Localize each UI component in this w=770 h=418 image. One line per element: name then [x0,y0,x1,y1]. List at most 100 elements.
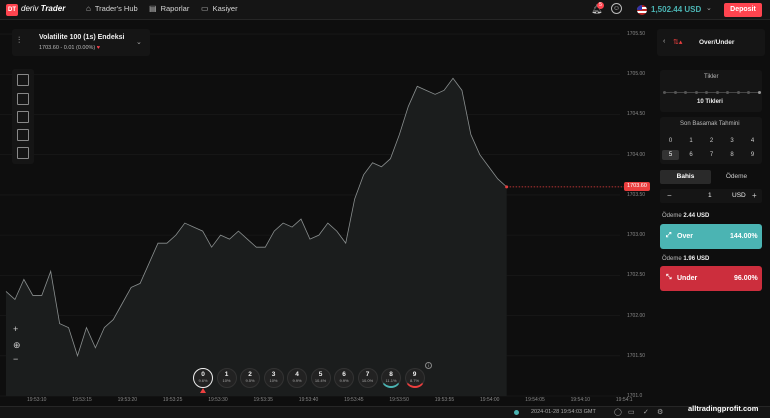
x-tick-label: 19:53:15 [72,397,92,403]
nav-reports[interactable]: ▤ Raporlar [149,4,189,13]
trade-type-selector[interactable]: ‹ ⇅▴ Over/Under [657,29,765,56]
crosshair-icon[interactable]: ⊕ [13,340,21,351]
market-selector[interactable]: ⫶ Volatilite 100 (1s) Endeksi 1703.60 - … [12,29,150,56]
over-button[interactable]: ⤢ Over 144.00% [660,224,762,249]
tab-stake[interactable]: Bahis [660,170,711,184]
slider-step[interactable] [705,91,708,94]
download-icon[interactable] [17,147,29,159]
logo-text[interactable]: deriv Trader [21,4,65,13]
digit-percentage: 10% [269,378,278,383]
digit-stat: 9 8.7% [404,368,425,388]
stake-input[interactable]: 1 [708,192,712,199]
digit-stat: 6 9.9% [334,368,354,388]
chevron-left-icon: ‹ [663,38,666,45]
tab-payout[interactable]: Ödeme [711,170,762,184]
ticks-slider[interactable] [663,91,761,94]
digit-option[interactable]: 9 [744,150,761,160]
digit-option[interactable]: 2 [703,136,720,146]
digit-option[interactable]: 7 [703,150,720,160]
slider-step[interactable] [684,91,687,94]
app: DT deriv Trader ⌂ Trader's Hub ▤ Raporlar … [0,0,770,418]
zoom-out-icon[interactable]: − [13,354,18,364]
account-balance[interactable]: 1,502.44 USD [651,5,701,14]
over-label: Over [677,233,693,240]
chat-icon[interactable]: ▭ [628,408,635,416]
over-under-icon: ⇅▴ [673,39,683,46]
slider-step[interactable] [663,91,666,94]
current-price-dot [505,185,509,189]
digit-percentage: 10.4% [314,378,327,383]
template-icon[interactable] [17,111,29,123]
digit-stat: 3 10% [263,368,284,388]
info-icon[interactable]: i [425,362,432,369]
top-header: DT deriv Trader ⌂ Trader's Hub ▤ Raporlar … [0,0,770,20]
plus-button[interactable]: + [752,191,757,200]
nav-cashier[interactable]: ▭ Kasiyer [201,4,238,13]
digit-value: 7 [365,371,370,378]
nav-traders-hub[interactable]: ⌂ Trader's Hub [86,4,138,13]
payout-label: Ödeme [662,213,682,219]
slider-step[interactable] [673,91,677,94]
current-price-tag: 1703.60 [624,182,650,192]
logo-icon[interactable]: DT [6,4,18,16]
under-label: Under [677,275,698,282]
whatsapp-icon[interactable]: ◯ [614,408,622,416]
chart-type-icon[interactable] [17,74,29,86]
digit-option[interactable]: 4 [744,136,761,146]
x-tick-label: 19:53:35 [253,397,273,403]
indicators-icon[interactable] [17,93,29,105]
slider-step[interactable] [736,91,740,94]
price-chart[interactable] [0,21,656,406]
slider-step[interactable] [694,91,698,94]
digit-value: 4 [295,371,299,378]
y-tick-label: 1703.50 [627,191,646,198]
home-icon: ⌂ [86,4,91,13]
slider-step[interactable] [747,91,750,94]
market-name: Volatilite 100 (1s) Endeksi [39,34,125,41]
x-tick-label: 19:53:45 [344,397,364,403]
minus-button[interactable]: − [667,191,672,200]
digit-percentage: 9.9% [339,378,349,383]
under-percentage: 96.00% [734,275,758,282]
over-payout: Ödeme 2.44 USD [662,213,709,219]
x-tick-label: 19:53:40 [298,397,319,403]
slider-step[interactable] [757,91,761,94]
x-tick-label: 19:53:30 [208,397,228,403]
slider-step[interactable] [715,91,719,94]
x-tick-label: 19:54:1 [615,397,633,403]
x-tick-label: 19:53:25 [162,397,183,403]
digit-stat: 0 9.6% [193,368,213,388]
chart-toolbar [12,69,34,164]
digit-option[interactable]: 6 [683,150,700,160]
chevron-down-icon[interactable]: ⌄ [706,4,712,12]
under-button[interactable]: ⤡ Under 96.00% [660,266,762,291]
zoom-in-icon[interactable]: + [13,324,18,334]
settings-icon[interactable]: ⚙ [657,408,663,416]
x-tick-label: 19:53:55 [434,397,455,403]
slider-step[interactable] [726,91,729,94]
digit-option[interactable]: 0 [662,136,679,146]
digit-option[interactable]: 8 [724,150,741,160]
digit-percentage: 9.9% [292,378,302,383]
market-quote-text: 1703.60 - 0.01 (0.00%) [39,45,96,51]
digit-stat: 2 9.5% [240,368,260,388]
x-tick-label: 19:54:00 [480,397,500,403]
y-tick-label: 1705.50 [627,31,646,38]
responsible-trading-icon[interactable]: ✓ [643,408,649,416]
digit-value: 2 [248,371,252,378]
price-area [6,78,507,397]
drawing-tools-icon[interactable] [17,129,29,141]
ticks-label: Tikler [704,74,719,80]
chevron-down-icon: ⌄ [136,39,142,46]
nav-label: Kasiyer [212,4,238,13]
digit-option[interactable]: 3 [724,136,741,146]
digit-prediction-label: Son Basamak Tahmini [680,121,740,127]
payout-label: Ödeme [662,256,682,262]
digit-value: 8 [389,371,393,378]
deposit-button[interactable]: Deposit [724,3,762,17]
server-time: 2024-01-28 19:54:03 GMT [531,409,596,415]
digit-option[interactable]: 1 [683,136,700,146]
connection-status-icon [514,410,519,415]
account-icon[interactable]: ☺ [611,3,622,14]
digit-option[interactable]: 5 [662,150,679,160]
